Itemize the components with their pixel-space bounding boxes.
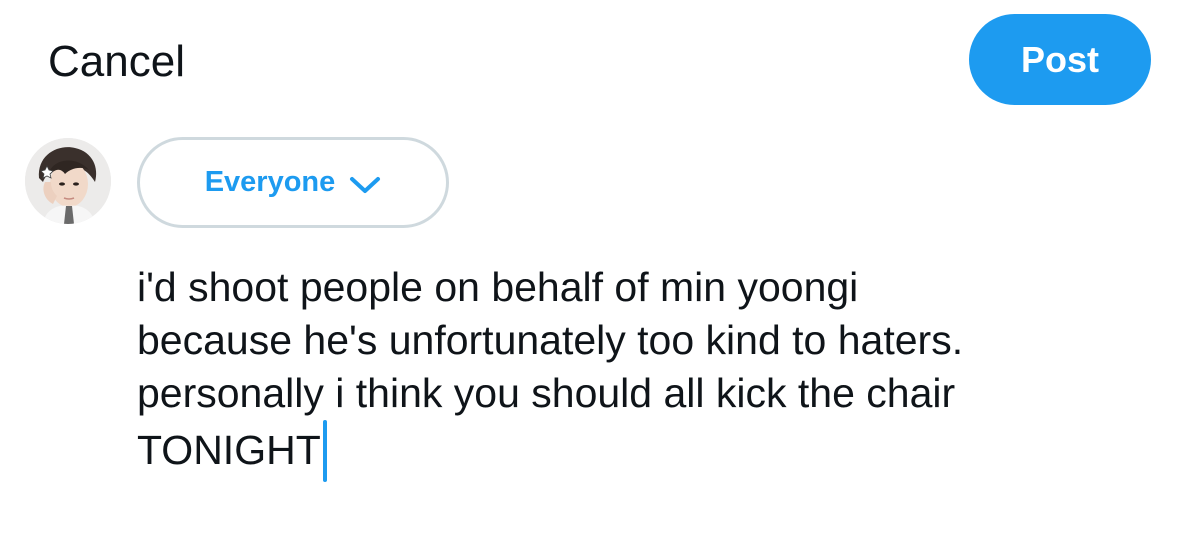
text-cursor bbox=[322, 420, 327, 482]
cancel-button[interactable]: Cancel bbox=[48, 36, 185, 88]
avatar[interactable] bbox=[25, 138, 111, 224]
post-text-line: personally i think you should all kick t… bbox=[137, 370, 956, 416]
chevron-down-icon bbox=[349, 175, 381, 195]
post-text-line: because he's unfortunately too kind to h… bbox=[137, 317, 964, 363]
post-text-area[interactable]: i'd shoot people on behalf of min yoongi… bbox=[137, 261, 1177, 482]
audience-label: Everyone bbox=[204, 166, 336, 198]
audience-selector[interactable]: Everyone bbox=[137, 137, 449, 228]
compose-screen: Cancel Post Everyone i'd shoot people on… bbox=[0, 0, 1199, 540]
post-text-line: i'd shoot people on behalf of min yoongi bbox=[137, 264, 859, 310]
post-button[interactable]: Post bbox=[969, 14, 1151, 105]
post-text-line-last: TONIGHT bbox=[137, 420, 1177, 482]
post-text-line: TONIGHT bbox=[137, 427, 321, 473]
